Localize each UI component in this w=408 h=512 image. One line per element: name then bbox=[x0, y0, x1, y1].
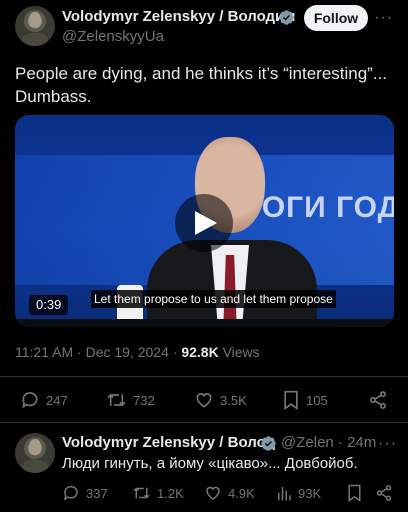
views-button[interactable]: 93K bbox=[276, 484, 321, 502]
like-count: 3.5K bbox=[220, 392, 247, 408]
author-name[interactable]: Volodymyr Zelenskyy / Володим bbox=[62, 8, 295, 25]
video-backdrop-text: ТОГИ ГОД bbox=[243, 191, 394, 224]
tweet-meta: 11:21 AM · Dec 19, 2024 · 92.8K Views bbox=[15, 344, 260, 360]
verified-badge-icon bbox=[261, 436, 276, 451]
heart-icon bbox=[206, 486, 220, 500]
repost-button[interactable]: 732 bbox=[106, 390, 155, 410]
reply-icon bbox=[63, 485, 78, 501]
like-count: 4.9K bbox=[228, 485, 255, 501]
repost-icon bbox=[107, 393, 126, 407]
more-options-icon[interactable]: ··· bbox=[374, 9, 393, 27]
share-icon bbox=[370, 391, 386, 409]
reply-icon bbox=[22, 392, 38, 409]
follow-button[interactable]: Follow bbox=[304, 5, 368, 31]
views-count: 92.8K bbox=[181, 344, 219, 360]
avatar-head bbox=[28, 439, 42, 456]
verified-badge-icon bbox=[279, 10, 294, 25]
play-icon bbox=[195, 211, 217, 235]
bookmark-icon bbox=[284, 390, 298, 410]
reply-text: Люди гинуть, а йому «цікаво»... Довбойоб… bbox=[62, 455, 358, 472]
reply-author-avatar[interactable] bbox=[15, 433, 55, 473]
author-avatar[interactable] bbox=[15, 6, 55, 46]
bookmark-button[interactable]: 105 bbox=[282, 390, 328, 410]
reply-count: 337 bbox=[86, 485, 108, 501]
tweet-date[interactable]: Dec 19, 2024 bbox=[86, 344, 169, 360]
repost-icon bbox=[133, 487, 150, 499]
reply-author-name[interactable]: Volodymyr Zelenskyy / Волод bbox=[62, 434, 275, 451]
heart-icon bbox=[196, 393, 212, 408]
views-label: Views bbox=[218, 344, 260, 360]
avatar-shirt bbox=[22, 460, 48, 473]
repost-count: 1.2K bbox=[157, 485, 184, 501]
reply-count: 247 bbox=[46, 392, 68, 408]
repost-button[interactable]: 1.2K bbox=[132, 484, 184, 502]
share-icon bbox=[376, 485, 392, 501]
tweet-text: People are dying, and he thinks it’s “in… bbox=[15, 62, 395, 108]
video-duration: 0:39 bbox=[29, 295, 69, 315]
share-button[interactable] bbox=[375, 484, 393, 502]
divider bbox=[0, 376, 408, 377]
video-desk bbox=[15, 319, 394, 327]
like-button[interactable]: 4.9K bbox=[204, 484, 255, 502]
avatar-head bbox=[28, 12, 42, 29]
reply-author-handle[interactable]: @Zelen · 24m bbox=[281, 434, 376, 451]
avatar-shirt bbox=[22, 33, 48, 46]
tweet-time[interactable]: 11:21 AM bbox=[15, 344, 73, 360]
divider bbox=[0, 422, 408, 423]
video-player[interactable]: ТОГИ ГОД 0:39 Let them propose to us and… bbox=[15, 115, 394, 327]
author-handle[interactable]: @ZelenskyyUa bbox=[62, 28, 164, 45]
reply-button[interactable]: 337 bbox=[62, 484, 108, 502]
tweet-text-line-1: People are dying, and he thinks it’s “in… bbox=[15, 64, 388, 83]
video-caption: Let them propose to us and let them prop… bbox=[91, 290, 336, 308]
bookmark-button[interactable] bbox=[347, 484, 362, 502]
share-button[interactable] bbox=[368, 390, 388, 410]
reply-age: 24m bbox=[347, 434, 377, 451]
reply-button[interactable]: 247 bbox=[20, 390, 68, 410]
views-chart-icon bbox=[278, 487, 291, 501]
views-count: 93K bbox=[298, 485, 322, 501]
more-options-icon[interactable]: ··· bbox=[378, 435, 397, 453]
like-button[interactable]: 3.5K bbox=[194, 390, 247, 410]
bookmark-count: 105 bbox=[306, 392, 328, 408]
bookmark-icon bbox=[348, 484, 361, 502]
tweet-text-line-2: Dumbass. bbox=[15, 87, 92, 106]
repost-count: 732 bbox=[133, 392, 155, 408]
play-button[interactable] bbox=[175, 194, 233, 252]
